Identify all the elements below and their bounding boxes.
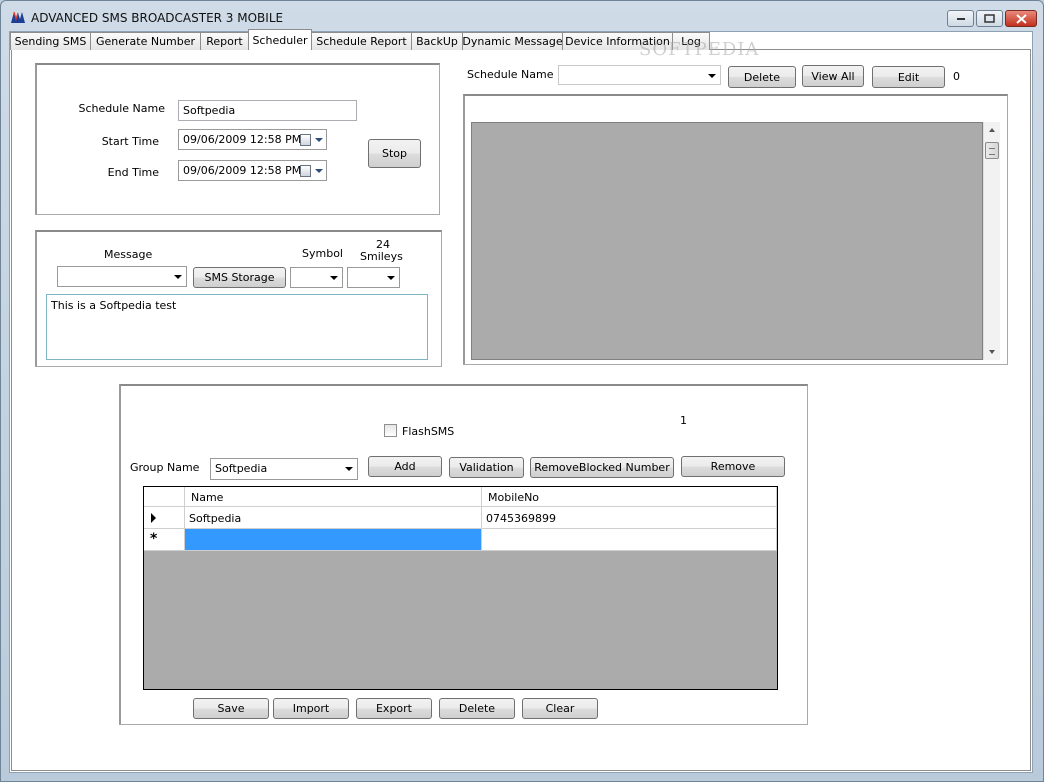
chevron-down-icon (708, 74, 716, 78)
scroll-thumb[interactable] (985, 142, 999, 159)
grid-header-name[interactable]: Name (185, 487, 482, 507)
export-button[interactable]: Export (356, 698, 432, 719)
recipients-grid[interactable]: Name MobileNo Softpedia 0745369899 * (143, 486, 778, 690)
delete-recipients-button[interactable]: Delete (439, 698, 515, 719)
calendar-icon (300, 165, 311, 177)
message-label: Message (104, 248, 153, 261)
window-title: ADVANCED SMS BROADCASTER 3 MOBILE (31, 11, 284, 25)
new-row-cell-name[interactable] (185, 529, 482, 551)
remove-blocked-number-button[interactable]: RemoveBlocked Number (530, 457, 674, 478)
schedule-name-input[interactable]: Softpedia (178, 100, 357, 121)
new-row-header[interactable]: * (144, 529, 185, 551)
symbol-label: Symbol (302, 247, 343, 260)
sms-storage-button[interactable]: SMS Storage (193, 267, 286, 288)
chevron-down-icon (315, 138, 323, 142)
validation-button[interactable]: Validation (449, 457, 524, 478)
add-button[interactable]: Add (368, 456, 442, 477)
title-bar[interactable]: ADVANCED SMS BROADCASTER 3 MOBILE (1, 1, 1043, 31)
calendar-icon (300, 134, 311, 146)
chevron-down-icon (174, 275, 182, 279)
schedule-list[interactable] (471, 122, 983, 360)
scroll-down-icon[interactable] (989, 350, 995, 354)
app-window: ADVANCED SMS BROADCASTER 3 MOBILE Sendin… (0, 0, 1044, 782)
tab-backup[interactable]: BackUp (411, 32, 463, 50)
tab-generate-number[interactable]: Generate Number (90, 32, 201, 50)
schedule-list-scrollbar[interactable] (983, 122, 1000, 360)
tab-sending-sms[interactable]: Sending SMS (10, 32, 91, 50)
stop-button[interactable]: Stop (368, 139, 421, 168)
chevron-down-icon (330, 276, 338, 280)
schedule-name-label: Schedule Name (78, 102, 166, 115)
smileys-select[interactable] (347, 267, 400, 288)
import-button[interactable]: Import (273, 698, 349, 719)
schedule-list-panel (463, 94, 1008, 365)
tab-dynamic-message[interactable]: Dynamic Message (462, 32, 563, 50)
close-icon (1015, 13, 1027, 24)
smileys-label: Smileys (360, 250, 403, 263)
start-time-value: 09/06/2009 12:58 PM (183, 133, 302, 146)
start-time-label: Start Time (101, 135, 159, 148)
watermark: SOFTPEDIA (639, 39, 760, 60)
tab-report[interactable]: Report (200, 32, 249, 50)
maximize-icon (984, 14, 995, 23)
group-name-select[interactable]: Softpedia (210, 458, 358, 480)
message-body-input[interactable] (46, 294, 428, 360)
app-logo-icon (10, 10, 26, 24)
clear-button[interactable]: Clear (522, 698, 598, 719)
flash-sms-checkbox[interactable] (384, 424, 397, 437)
chevron-down-icon (345, 467, 353, 471)
flash-sms-label: FlashSMS (402, 425, 455, 438)
close-button[interactable] (1005, 10, 1037, 27)
grid-header-mobile[interactable]: MobileNo (482, 487, 777, 507)
delete-schedule-button[interactable]: Delete (728, 66, 796, 88)
tab-schedule-report[interactable]: Schedule Report (311, 32, 412, 50)
maximize-button[interactable] (976, 10, 1003, 27)
recipient-count: 1 (680, 414, 687, 427)
schedule-form-panel: Schedule Name Softpedia Start Time 09/06… (35, 63, 440, 215)
save-button[interactable]: Save (193, 698, 269, 719)
new-row-icon: * (150, 531, 158, 547)
grid-corner-header[interactable] (144, 487, 185, 507)
edit-schedule-button[interactable]: Edit (872, 66, 945, 88)
start-time-picker[interactable]: 09/06/2009 12:58 PM (178, 129, 327, 150)
end-time-value: 09/06/2009 12:58 PM (183, 164, 302, 177)
message-panel: Message SMS Storage Symbol 24 Smileys (35, 230, 442, 367)
chevron-down-icon (315, 169, 323, 173)
minimize-icon (956, 17, 965, 20)
end-time-picker[interactable]: 09/06/2009 12:58 PM (178, 160, 327, 181)
group-name-value: Softpedia (215, 462, 268, 475)
remove-button[interactable]: Remove (681, 456, 785, 477)
new-row-cell-mobile[interactable] (482, 529, 777, 551)
minimize-button[interactable] (947, 10, 974, 27)
view-all-button[interactable]: View All (802, 65, 864, 87)
end-time-label: End Time (107, 166, 159, 179)
message-select[interactable] (57, 266, 187, 287)
grid-cell-mobile[interactable]: 0745369899 (482, 507, 777, 529)
schedule-count: 0 (953, 70, 960, 83)
schedule-list-select[interactable] (558, 65, 721, 85)
current-row-icon (151, 513, 156, 523)
row-header[interactable] (144, 507, 185, 529)
group-name-label: Group Name (130, 461, 200, 474)
scroll-up-icon[interactable] (989, 128, 995, 132)
symbol-select[interactable] (290, 267, 343, 288)
grid-cell-name[interactable]: Softpedia (185, 507, 482, 529)
schedule-list-name-label: Schedule Name (467, 68, 554, 81)
chevron-down-icon (387, 276, 395, 280)
tab-scheduler[interactable]: Scheduler (248, 29, 312, 50)
